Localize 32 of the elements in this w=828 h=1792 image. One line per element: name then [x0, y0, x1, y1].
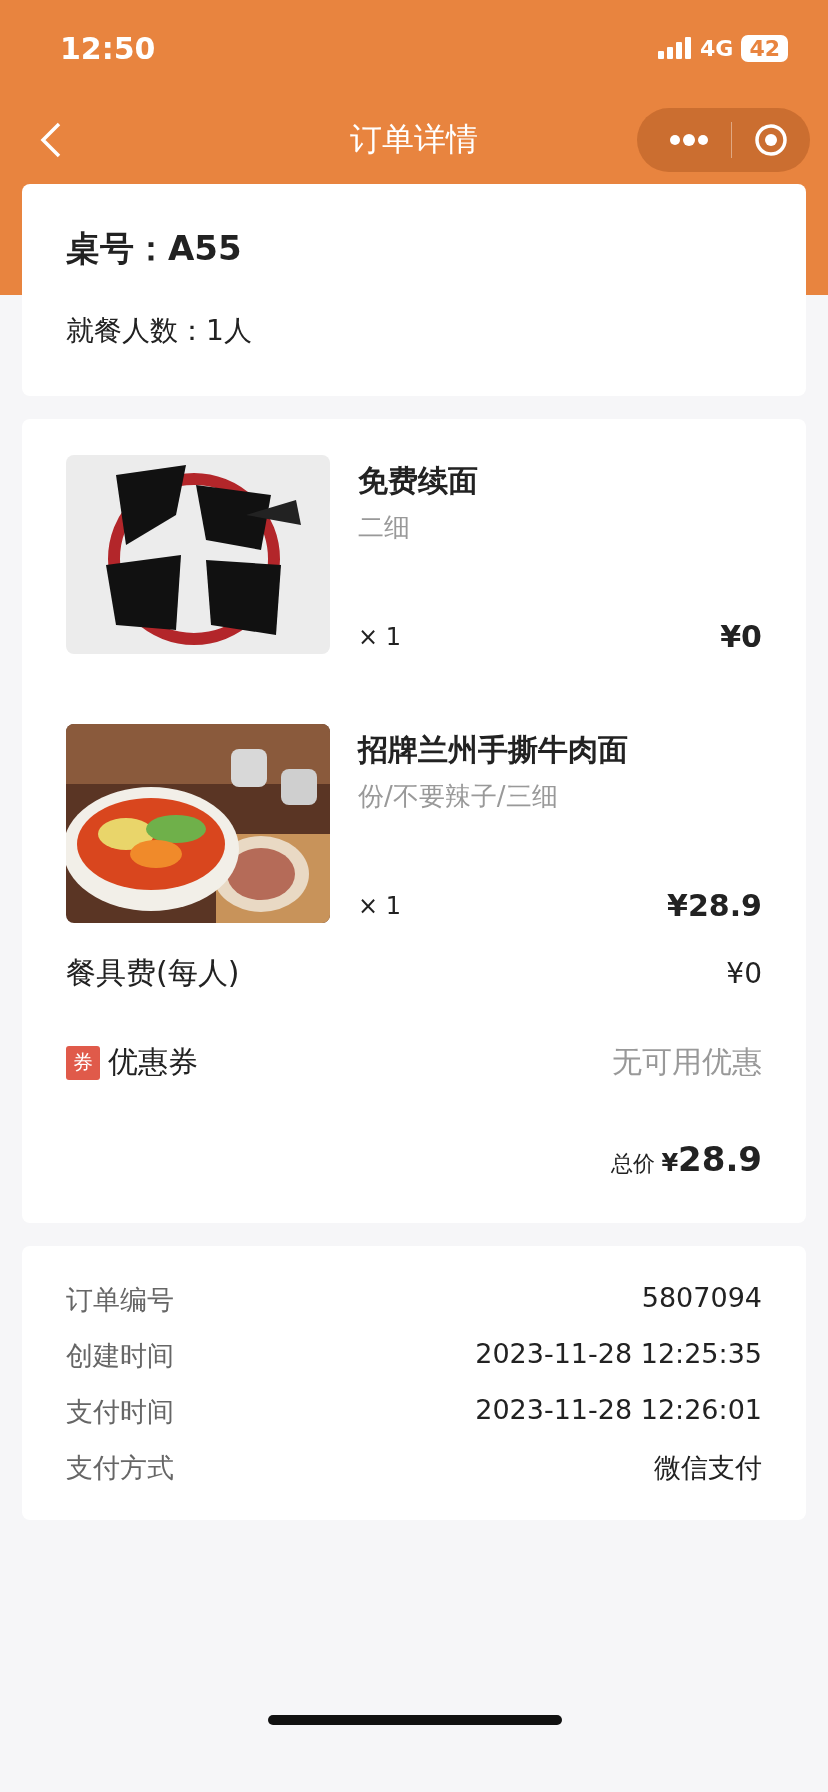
- battery-level: 42: [741, 34, 788, 62]
- dish-options: 份/不要辣子/三细: [358, 779, 762, 814]
- total-label: 总价: [611, 1150, 656, 1178]
- detail-value: 5807094: [641, 1282, 762, 1315]
- detail-label: 订单编号: [66, 1283, 174, 1317]
- dish-name: 招牌兰州手撕牛肉面: [358, 731, 629, 769]
- dish-quantity: × 1: [358, 622, 401, 651]
- detail-value: 2023-11-28 12:26:01: [475, 1394, 762, 1427]
- detail-label: 支付时间: [66, 1395, 174, 1429]
- table-number: 桌号：A55: [66, 227, 243, 270]
- more-icon[interactable]: [669, 134, 709, 146]
- coupon-icon: 券: [66, 1045, 100, 1080]
- coupon-status[interactable]: 无可用优惠: [612, 1042, 762, 1083]
- total-price: ¥28.9: [661, 1139, 762, 1179]
- tableware-fee-value: ¥0: [726, 957, 762, 990]
- detail-label: 支付方式: [66, 1451, 174, 1485]
- dish-quantity: × 1: [358, 891, 401, 920]
- detail-value: 微信支付: [654, 1451, 762, 1485]
- detail-label: 创建时间: [66, 1339, 174, 1373]
- signal-icon: [658, 37, 692, 59]
- close-icon[interactable]: [754, 123, 788, 157]
- dish-price: ¥0: [720, 619, 762, 654]
- network-type: 4G: [700, 35, 734, 61]
- dish-name: 免费续面: [358, 462, 479, 500]
- tableware-fee-label: 餐具费(每人): [66, 954, 240, 992]
- dish-options: 二细: [358, 510, 762, 545]
- page-title: 订单详情: [349, 119, 479, 160]
- status-time: 12:50: [60, 30, 156, 66]
- diner-count: 就餐人数：1人: [66, 313, 253, 349]
- dish-price: ¥28.9: [667, 888, 762, 923]
- detail-value: 2023-11-28 12:25:35: [475, 1338, 762, 1371]
- coupon-label: 优惠券: [108, 1043, 198, 1081]
